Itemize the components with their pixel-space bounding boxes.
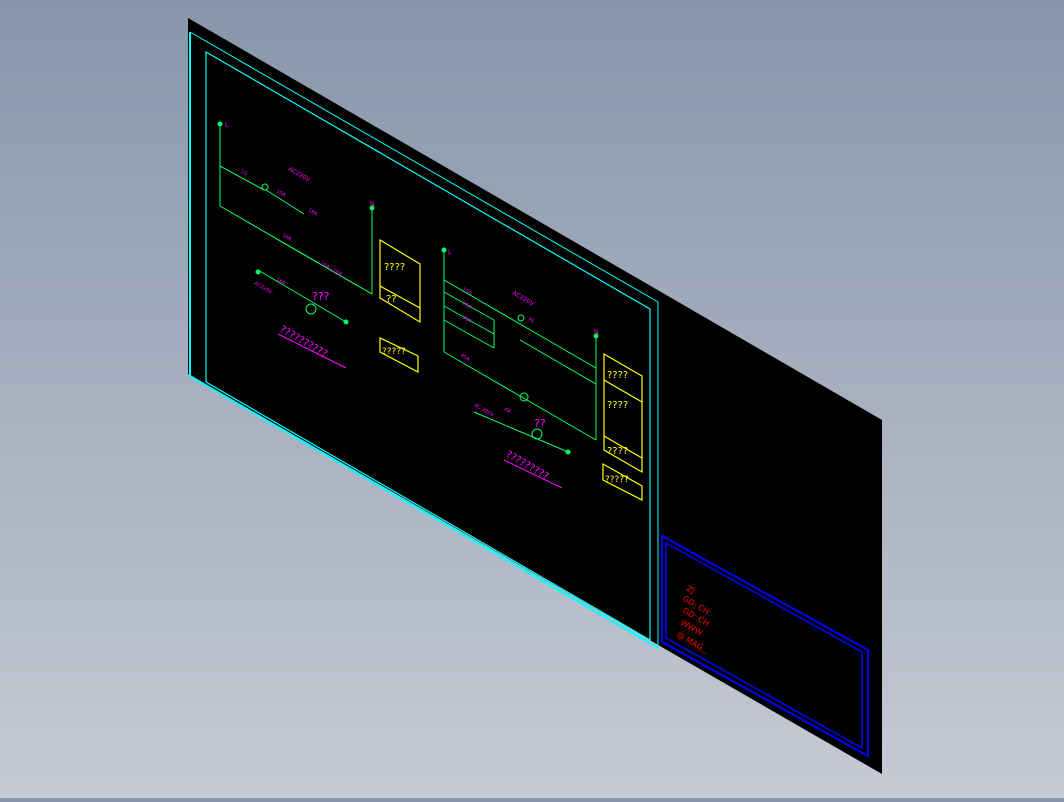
left-component-mark: ??? bbox=[312, 290, 330, 303]
right-neutral-label: N bbox=[594, 329, 599, 336]
left-box-lower: ?? bbox=[386, 294, 397, 305]
drawing-sheet bbox=[188, 18, 882, 774]
right-box-tag: ????? bbox=[605, 475, 629, 485]
cad-viewport[interactable]: L N AC220V 1Q 1SA 1KA 1KA 1RA~1RB 1KA AC… bbox=[0, 0, 1064, 798]
right-box-lower: ???? bbox=[607, 446, 628, 457]
left-neutral-label: N bbox=[370, 201, 375, 208]
drawing-canvas[interactable]: L N AC220V 1Q 1SA 1KA 1KA 1RA~1RB 1KA AC… bbox=[0, 0, 1064, 798]
left-box-upper: ???? bbox=[384, 262, 405, 273]
right-box-middle: ???? bbox=[607, 400, 628, 411]
right-box-upper: ???? bbox=[607, 370, 628, 381]
left-box-tag: ????? bbox=[382, 347, 406, 357]
right-component-mark: ?? bbox=[534, 417, 546, 430]
